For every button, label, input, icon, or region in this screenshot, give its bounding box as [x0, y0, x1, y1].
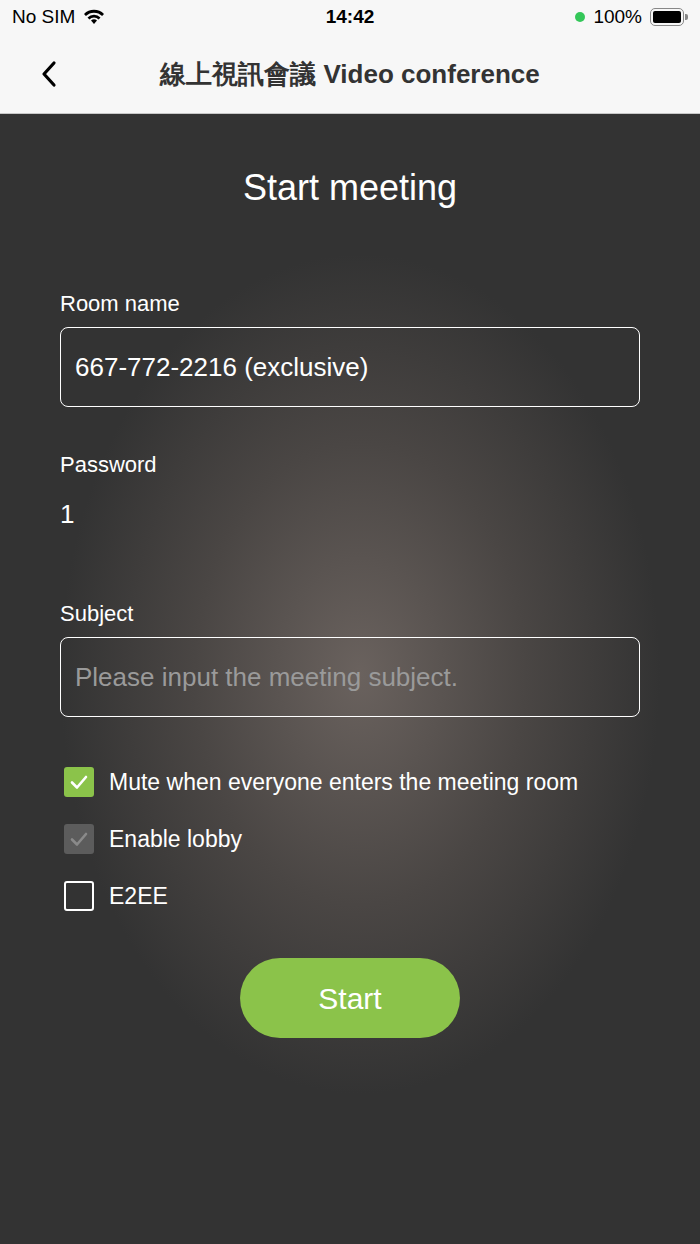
wifi-icon — [83, 9, 105, 25]
battery-percent: 100% — [593, 3, 642, 32]
checkbox[interactable] — [64, 767, 94, 797]
option-row[interactable]: Mute when everyone enters the meeting ro… — [60, 762, 640, 802]
battery-fill — [653, 11, 681, 23]
heading: Start meeting — [60, 166, 640, 210]
checkbox — [64, 824, 94, 854]
nav-title: 線上視訊會議 Video conference — [90, 58, 610, 90]
camera-indicator — [575, 12, 585, 22]
battery-icon — [650, 8, 688, 26]
room-label: Room name — [60, 290, 640, 318]
checkbox[interactable] — [64, 881, 94, 911]
back-chevron-icon[interactable] — [38, 59, 60, 89]
subject-input[interactable] — [60, 637, 640, 717]
option-label: E2EE — [109, 882, 168, 910]
check-icon — [68, 771, 90, 793]
clock: 14:42 — [326, 3, 375, 32]
password-value: 1 — [60, 498, 640, 530]
option-row: Enable lobby — [60, 819, 640, 859]
camera-preview: Start meeting Room name 667-772-2216 (ex… — [0, 114, 700, 1244]
carrier: No SIM — [12, 3, 75, 32]
status-bar: No SIM 14:42 100% — [0, 0, 700, 34]
option-label: Enable lobby — [109, 825, 242, 853]
option-list: Mute when everyone enters the meeting ro… — [60, 762, 640, 916]
subject-label: Subject — [60, 600, 640, 628]
nav-bar: 線上視訊會議 Video conference — [0, 34, 700, 114]
option-row[interactable]: E2EE — [60, 876, 640, 916]
password-label: Password — [60, 451, 640, 479]
option-label: Mute when everyone enters the meeting ro… — [109, 768, 578, 796]
room-field[interactable]: 667-772-2216 (exclusive) — [60, 327, 640, 407]
start-button[interactable]: Start — [240, 958, 460, 1038]
check-icon — [68, 828, 90, 850]
